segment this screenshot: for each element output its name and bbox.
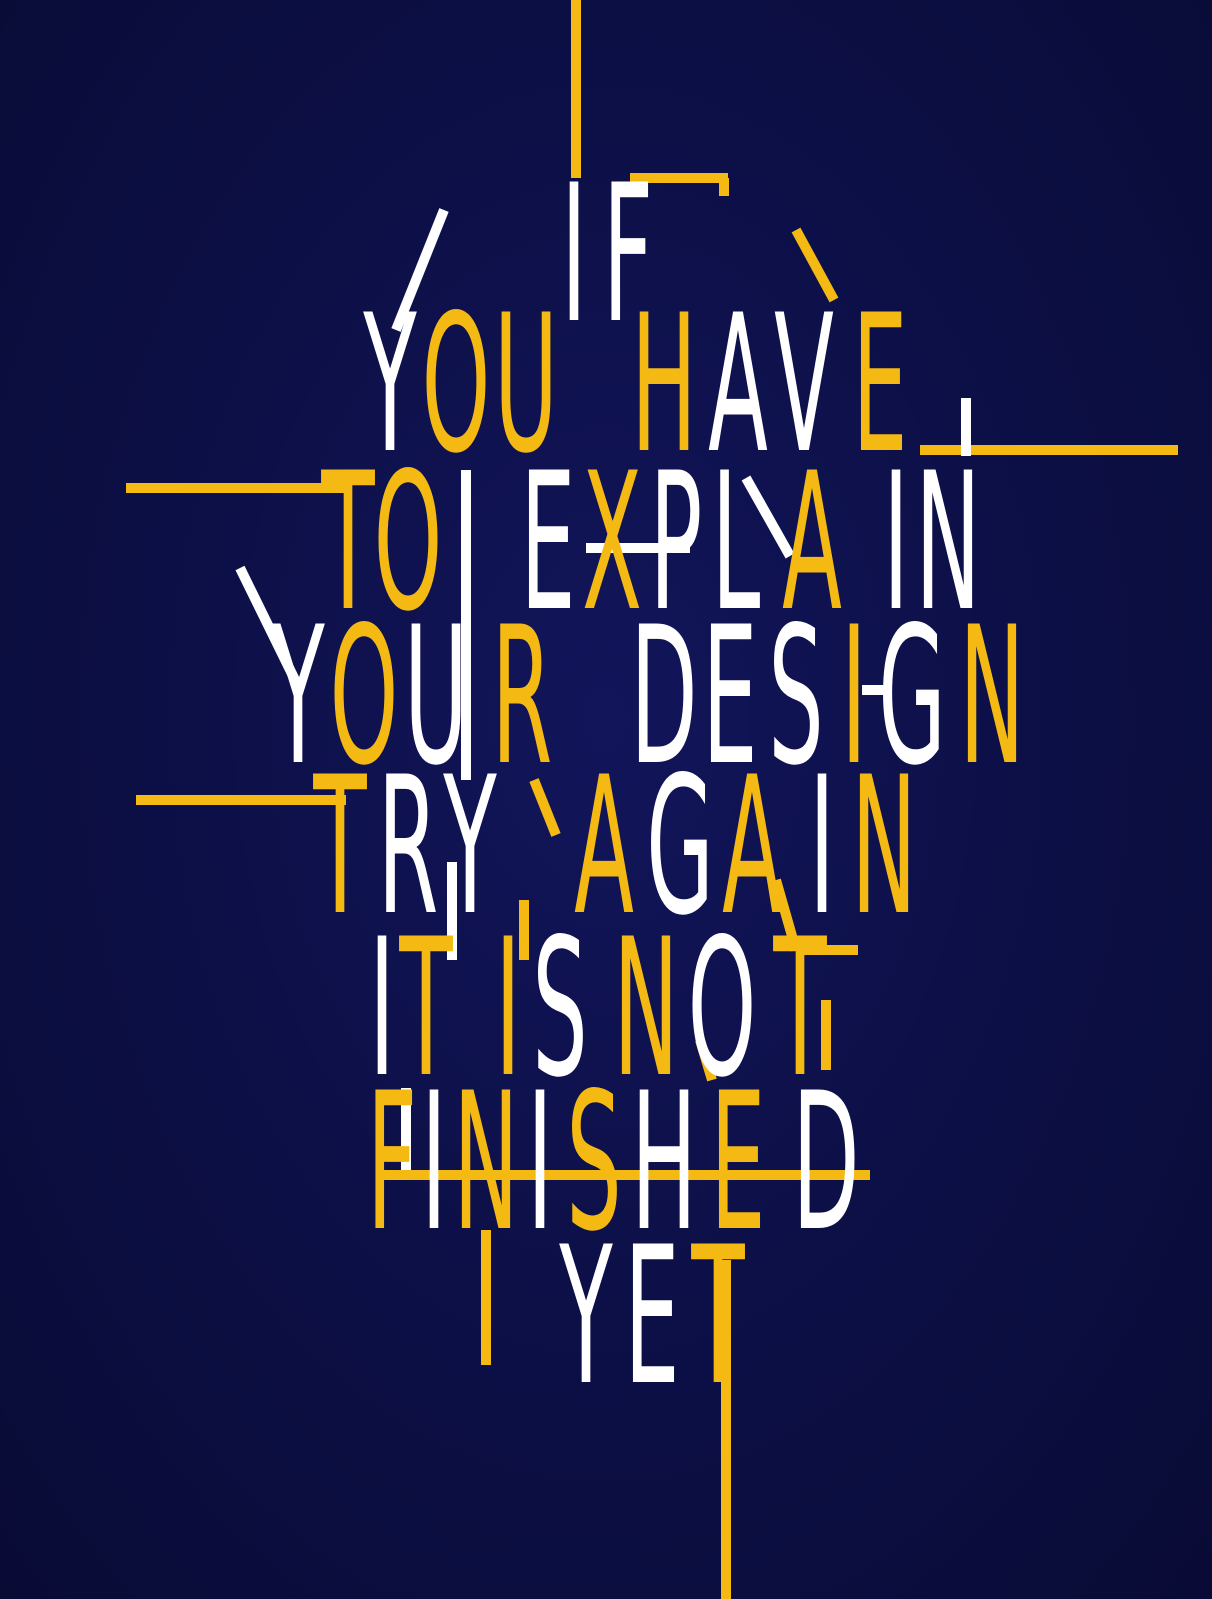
quote-letter-t: T (691, 1206, 745, 1427)
poster-artwork: I FY O U H A V ETO E X P L A I NY O U R D E S I G NT R Y A G A I NI T I S… (126, 0, 1178, 1599)
quote-letter-t: T (313, 736, 367, 957)
quote-letter-y: Y (559, 1206, 613, 1427)
quote-letter-r: R (492, 586, 553, 807)
quote-letter-e: E (624, 1206, 679, 1427)
quote-letter-i: I (561, 144, 587, 365)
quote-letter-n: N (959, 586, 1024, 807)
quote-letters: I FY O U H A V ETO E X P L A I NY O U R D E S I G NT R Y A G A I NI T I S… (271, 144, 1025, 1427)
quote-letter-f: F (367, 1052, 417, 1273)
quote-letter-d: D (792, 1052, 859, 1273)
quote-letter-n: N (453, 1052, 518, 1273)
quote-letter-i: I (527, 1052, 553, 1273)
quote-letter-n: N (851, 736, 916, 957)
typographic-poster: IFYOUHAVETOEXPLAINYOURDESIGNTRYAGAINITIS… (0, 0, 1212, 1599)
quote-letter-i: I (421, 1052, 447, 1273)
